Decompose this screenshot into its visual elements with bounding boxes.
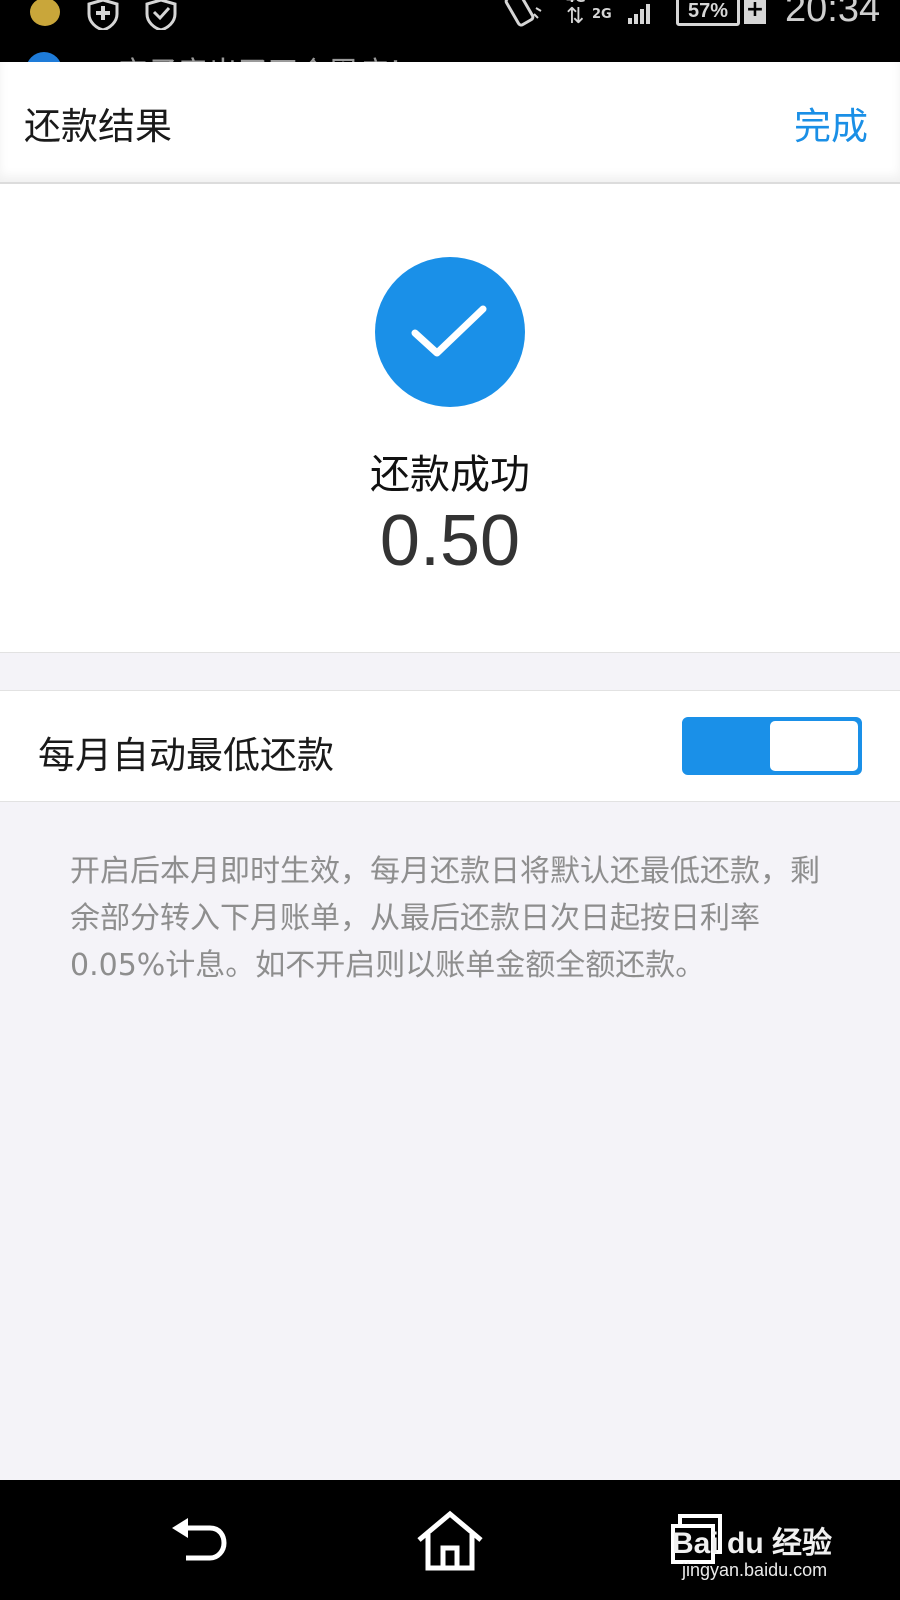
auto-repay-label: 每月自动最低还款	[38, 734, 334, 777]
page-title: 还款结果	[24, 105, 172, 148]
success-circle	[375, 257, 525, 407]
auto-repay-toggle[interactable]	[682, 717, 862, 775]
notification-ticker: 宝子音出了四个周疗！	[118, 48, 418, 62]
network-type-secondary: 2G	[592, 7, 612, 22]
auto-repay-row[interactable]: 每月自动最低还款	[0, 690, 900, 802]
header-bar: 还款结果 完成	[0, 62, 900, 184]
auto-repay-description: 开启后本月即时生效，每月还款日将默认还最低还款，剩余部分转入下月账单，从最后还款…	[70, 854, 820, 983]
status-bar: 4G 2G ⇅ 57% + 20:34 宝子音出了四个周疗！	[0, 0, 900, 62]
charging-icon: +	[744, 0, 766, 24]
result-card: 还款成功 0.50	[0, 184, 900, 653]
home-icon[interactable]	[415, 1510, 485, 1572]
vibrate-icon	[504, 0, 542, 27]
data-arrows-icon: ⇅	[566, 4, 585, 29]
ticker-app-icon	[26, 52, 62, 62]
watermark-logo: Bai du 经验	[672, 1527, 833, 1560]
battery-indicator: 57%	[676, 0, 740, 26]
result-status: 还款成功	[370, 452, 530, 498]
shield-check-icon	[145, 0, 177, 30]
baidu-jingyan-watermark: Bai du 经验 jingyan.baidu.com	[672, 1510, 872, 1590]
toggle-knob	[770, 721, 858, 771]
notification-dot-icon	[30, 0, 60, 26]
signal-icon	[628, 4, 650, 24]
clock: 20:34	[785, 0, 881, 30]
check-icon	[411, 305, 487, 357]
back-icon[interactable]	[170, 1516, 230, 1566]
done-button[interactable]: 完成	[794, 96, 868, 150]
repayment-amount: 0.50	[379, 501, 521, 581]
watermark-url: jingyan.baidu.com	[682, 1560, 828, 1580]
shield-plus-icon	[87, 0, 119, 30]
